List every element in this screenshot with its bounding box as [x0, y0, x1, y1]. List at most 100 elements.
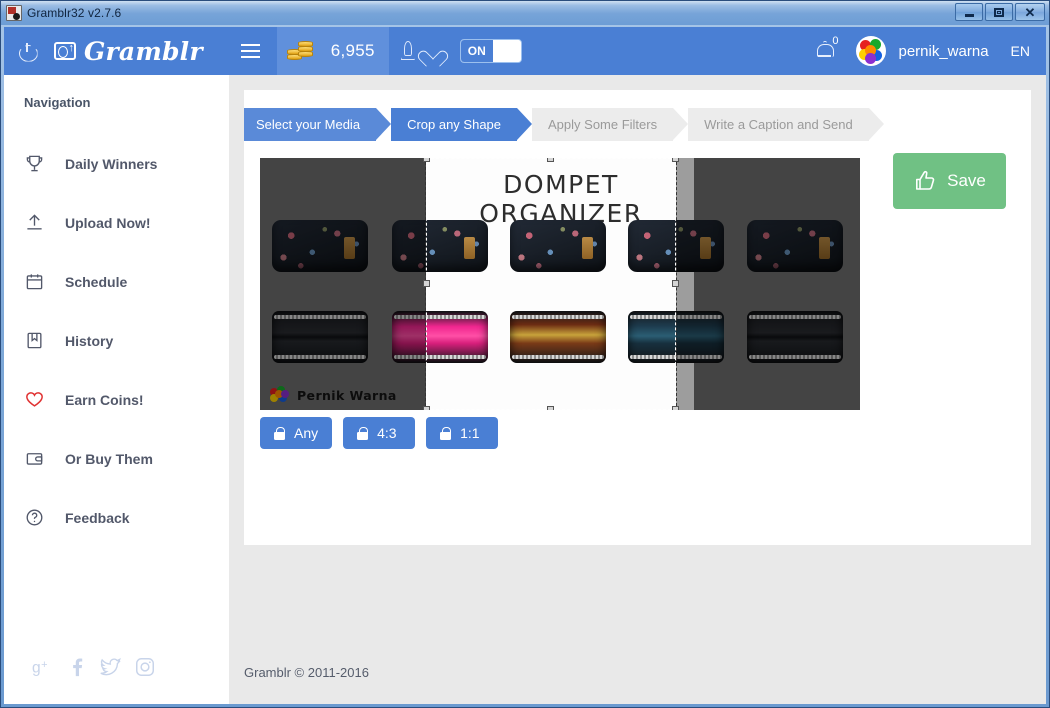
step-crop-shape[interactable]: Crop any Shape: [391, 108, 532, 141]
sidebar-item-daily-winners[interactable]: Daily Winners: [4, 134, 229, 193]
heart-outline-icon[interactable]: [424, 43, 442, 59]
rocket-icon[interactable]: [401, 41, 413, 61]
ratio-button-1-1[interactable]: 1:1: [426, 417, 499, 449]
avatar: [856, 36, 887, 66]
sidebar-item-label: Schedule: [65, 273, 128, 290]
crop-handle-s[interactable]: [547, 406, 554, 410]
user-account-menu[interactable]: pernik_warna: [838, 27, 996, 75]
svg-text:+: +: [41, 659, 47, 671]
step-label: Write a Caption and Send: [704, 117, 853, 132]
lock-icon: [357, 426, 369, 440]
crop-handle-se[interactable]: [672, 406, 679, 410]
crop-handle-sw[interactable]: [423, 406, 430, 410]
coin-balance-value: 6,955: [330, 41, 375, 60]
watermark-logo-icon: [270, 386, 290, 404]
sidebar-item-or-buy-them[interactable]: Or Buy Them: [4, 429, 229, 488]
save-button-label: Save: [947, 171, 986, 190]
sidebar-item-label: Earn Coins!: [65, 391, 144, 408]
sidebar-item-schedule[interactable]: Schedule: [4, 252, 229, 311]
sidebar-item-upload-now[interactable]: Upload Now!: [4, 193, 229, 252]
lock-icon: [440, 426, 452, 440]
crop-handle-n[interactable]: [547, 158, 554, 162]
notifications-button[interactable]: 0: [803, 27, 838, 75]
close-button[interactable]: ✕: [1015, 3, 1045, 21]
ratio-button-label: 1:1: [460, 425, 480, 441]
main-content: Select your Media Crop any Shape Apply S…: [229, 75, 1046, 704]
app-body: Navigation Daily Winners Upload Now! Sch…: [4, 75, 1046, 704]
coin-stack-icon: [286, 40, 315, 62]
auto-toggle[interactable]: ON: [454, 27, 532, 75]
wallet-thumb: [272, 311, 368, 363]
copyright-text: Gramblr © 2011-2016: [244, 665, 369, 680]
crop-handle-e[interactable]: [672, 280, 679, 287]
question-circle-icon: [24, 508, 44, 527]
image-watermark: Pernik Warna: [270, 386, 397, 404]
brand-home-link[interactable]: Gramblr: [50, 27, 225, 75]
camera-upload-icon: [54, 42, 76, 60]
sidebar-item-history[interactable]: History: [4, 311, 229, 370]
crop-handle-ne[interactable]: [672, 158, 679, 162]
step-select-media[interactable]: Select your Media: [244, 108, 392, 141]
step-label: Select your Media: [256, 117, 361, 132]
hamburger-menu-button[interactable]: [225, 27, 277, 75]
maximize-button[interactable]: [985, 3, 1013, 21]
topbar-action-icons: [389, 27, 454, 75]
crop-panel: Select your Media Crop any Shape Apply S…: [244, 90, 1031, 545]
calendar-icon: [24, 272, 44, 291]
app-icon: [6, 5, 22, 21]
coin-balance-panel[interactable]: 6,955: [276, 27, 389, 75]
toggle-on-label: ON: [460, 40, 493, 62]
step-apply-filters[interactable]: Apply Some Filters: [532, 108, 689, 141]
ratio-button-4-3[interactable]: 4:3: [343, 417, 416, 449]
facebook-icon[interactable]: [66, 656, 88, 678]
bookmark-icon: [24, 331, 44, 350]
wallet-thumb: [272, 220, 368, 272]
sidebar-item-label: Upload Now!: [65, 214, 151, 231]
crop-handle-nw[interactable]: [423, 158, 430, 162]
client-area: Gramblr 6,955 ON: [4, 27, 1046, 704]
crop-preview-image[interactable]: DOMPET ORGANIZER Pernik Warna: [260, 158, 860, 410]
lock-icon: [274, 426, 285, 440]
crop-handle-w[interactable]: [423, 280, 430, 287]
language-label: EN: [1010, 43, 1030, 59]
window-controls: ✕: [955, 3, 1045, 21]
language-selector[interactable]: EN: [997, 27, 1046, 75]
minimize-button[interactable]: [955, 3, 983, 21]
footer: Gramblr © 2011-2016: [229, 641, 1046, 704]
ratio-button-any[interactable]: Any: [260, 417, 333, 449]
sidebar-item-label: Or Buy Them: [65, 450, 153, 467]
username-label: pernik_warna: [898, 42, 989, 60]
crop-selection-rect[interactable]: [423, 158, 679, 410]
trophy-icon: [24, 154, 44, 173]
twitter-icon[interactable]: [100, 656, 122, 678]
title-bar: Gramblr32 v2.7.6 ✕: [1, 1, 1049, 25]
watermark-text: Pernik Warna: [297, 387, 397, 403]
window-title: Gramblr32 v2.7.6: [27, 6, 122, 20]
instagram-icon[interactable]: [134, 656, 156, 678]
social-links: g +: [4, 656, 229, 704]
sidebar: Navigation Daily Winners Upload Now! Sch…: [4, 75, 229, 704]
upload-arrow-icon: [24, 213, 44, 232]
step-write-caption[interactable]: Write a Caption and Send: [688, 108, 884, 141]
step-label: Crop any Shape: [407, 117, 502, 132]
hamburger-menu-icon: [241, 44, 261, 59]
sidebar-item-earn-coins[interactable]: Earn Coins!: [4, 370, 229, 429]
google-plus-icon[interactable]: g +: [32, 656, 54, 678]
wallet-thumb: [747, 220, 843, 272]
sidebar-item-label: Feedback: [65, 509, 130, 526]
wallet-icon: [24, 449, 44, 468]
power-button[interactable]: [4, 27, 50, 75]
svg-text:g: g: [32, 660, 41, 677]
toggle-knob: [492, 40, 521, 62]
ratio-button-label: 4:3: [377, 425, 397, 441]
save-button[interactable]: Save: [893, 153, 1006, 209]
heart-icon: [24, 390, 44, 409]
sidebar-title: Navigation: [24, 95, 91, 110]
sidebar-item-label: Daily Winners: [65, 155, 158, 172]
power-icon: [19, 42, 36, 60]
sidebar-item-feedback[interactable]: Feedback: [4, 488, 229, 547]
brand-logo-text: Gramblr: [84, 36, 203, 66]
aspect-ratio-buttons: Any 4:3 1:1: [260, 417, 499, 449]
thumbs-up-icon: [913, 169, 937, 193]
